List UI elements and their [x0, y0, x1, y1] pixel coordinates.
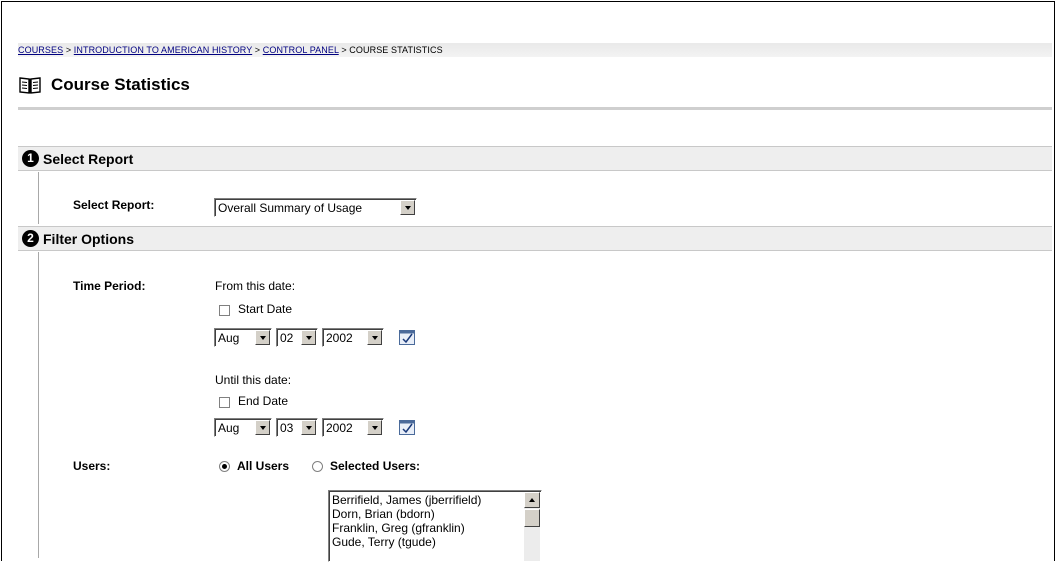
users-list: Berrifield, James (jberrifield) Dorn, Br…: [332, 493, 522, 549]
title-divider: [18, 107, 1052, 110]
start-month-value: Aug: [218, 330, 240, 345]
chevron-down-icon[interactable]: [400, 200, 415, 215]
scroll-thumb[interactable]: [524, 509, 540, 527]
breadcrumb-current: COURSE STATISTICS: [349, 45, 443, 55]
list-item[interactable]: Dorn, Brian (bdorn): [332, 507, 522, 521]
end-date-label: End Date: [238, 394, 289, 408]
calendar-icon[interactable]: [399, 420, 415, 435]
page-title-row: Course Statistics: [18, 72, 190, 98]
breadcrumb-course-link[interactable]: INTRODUCTION TO AMERICAN HISTORY: [74, 45, 252, 55]
start-year-value: 2002: [326, 330, 353, 345]
step-number-badge: 1: [22, 150, 39, 167]
users-listbox[interactable]: Berrifield, James (jberrifield) Dorn, Br…: [328, 490, 542, 562]
start-month-select[interactable]: Aug: [214, 328, 272, 347]
chevron-down-icon[interactable]: [367, 330, 382, 345]
all-users-label: All Users: [237, 459, 290, 473]
start-year-select[interactable]: 2002: [322, 328, 384, 347]
report-select-value: Overall Summary of Usage: [218, 200, 363, 215]
calendar-icon[interactable]: [399, 330, 415, 345]
select-report-label: Select Report:: [73, 198, 155, 212]
users-label: Users:: [73, 459, 111, 473]
list-item[interactable]: Gude, Terry (tgude): [332, 535, 522, 549]
page-title: Course Statistics: [51, 75, 190, 94]
breadcrumb-separator: >: [63, 45, 74, 55]
all-users-radio[interactable]: [219, 461, 230, 472]
listbox-scrollbar[interactable]: [524, 492, 540, 561]
breadcrumb-courses-link[interactable]: COURSES: [18, 45, 63, 55]
section-indent-rule: [38, 172, 39, 224]
start-date-checkbox[interactable]: [219, 305, 230, 316]
book-icon: [19, 77, 41, 94]
step-number-badge: 2: [22, 230, 39, 247]
start-date-label: Start Date: [238, 302, 293, 316]
chevron-down-icon[interactable]: [301, 330, 316, 345]
list-item[interactable]: Franklin, Greg (gfranklin): [332, 521, 522, 535]
end-year-value: 2002: [326, 420, 353, 435]
breadcrumb-control-panel-link[interactable]: CONTROL PANEL: [263, 45, 339, 55]
time-period-label: Time Period:: [73, 279, 146, 293]
breadcrumb-separator: >: [252, 45, 263, 55]
section-header-filter-options: 2 Filter Options: [18, 226, 1052, 251]
end-year-select[interactable]: 2002: [322, 418, 384, 437]
breadcrumb: COURSES > INTRODUCTION TO AMERICAN HISTO…: [18, 43, 1052, 57]
end-day-select[interactable]: 03: [276, 418, 318, 437]
section-title: Filter Options: [43, 230, 134, 247]
start-day-select[interactable]: 02: [276, 328, 318, 347]
chevron-down-icon[interactable]: [301, 420, 316, 435]
selected-users-label: Selected Users:: [330, 459, 421, 473]
report-select[interactable]: Overall Summary of Usage: [214, 198, 417, 217]
end-month-value: Aug: [218, 420, 240, 435]
end-day-value: 03: [280, 420, 294, 435]
until-date-text: Until this date:: [215, 373, 292, 387]
selected-users-radio[interactable]: [312, 461, 323, 472]
section-header-select-report: 1 Select Report: [18, 146, 1052, 171]
chevron-down-icon[interactable]: [367, 420, 382, 435]
scroll-up-arrow-icon[interactable]: [524, 492, 540, 508]
list-item[interactable]: Berrifield, James (jberrifield): [332, 493, 522, 507]
chevron-down-icon[interactable]: [255, 330, 270, 345]
section-indent-rule: [38, 252, 39, 558]
end-month-select[interactable]: Aug: [214, 418, 272, 437]
section-title: Select Report: [43, 150, 134, 167]
end-date-checkbox[interactable]: [219, 397, 230, 408]
from-date-text: From this date:: [215, 279, 296, 293]
breadcrumb-separator: >: [338, 45, 350, 55]
chevron-down-icon[interactable]: [255, 420, 270, 435]
start-day-value: 02: [280, 330, 294, 345]
